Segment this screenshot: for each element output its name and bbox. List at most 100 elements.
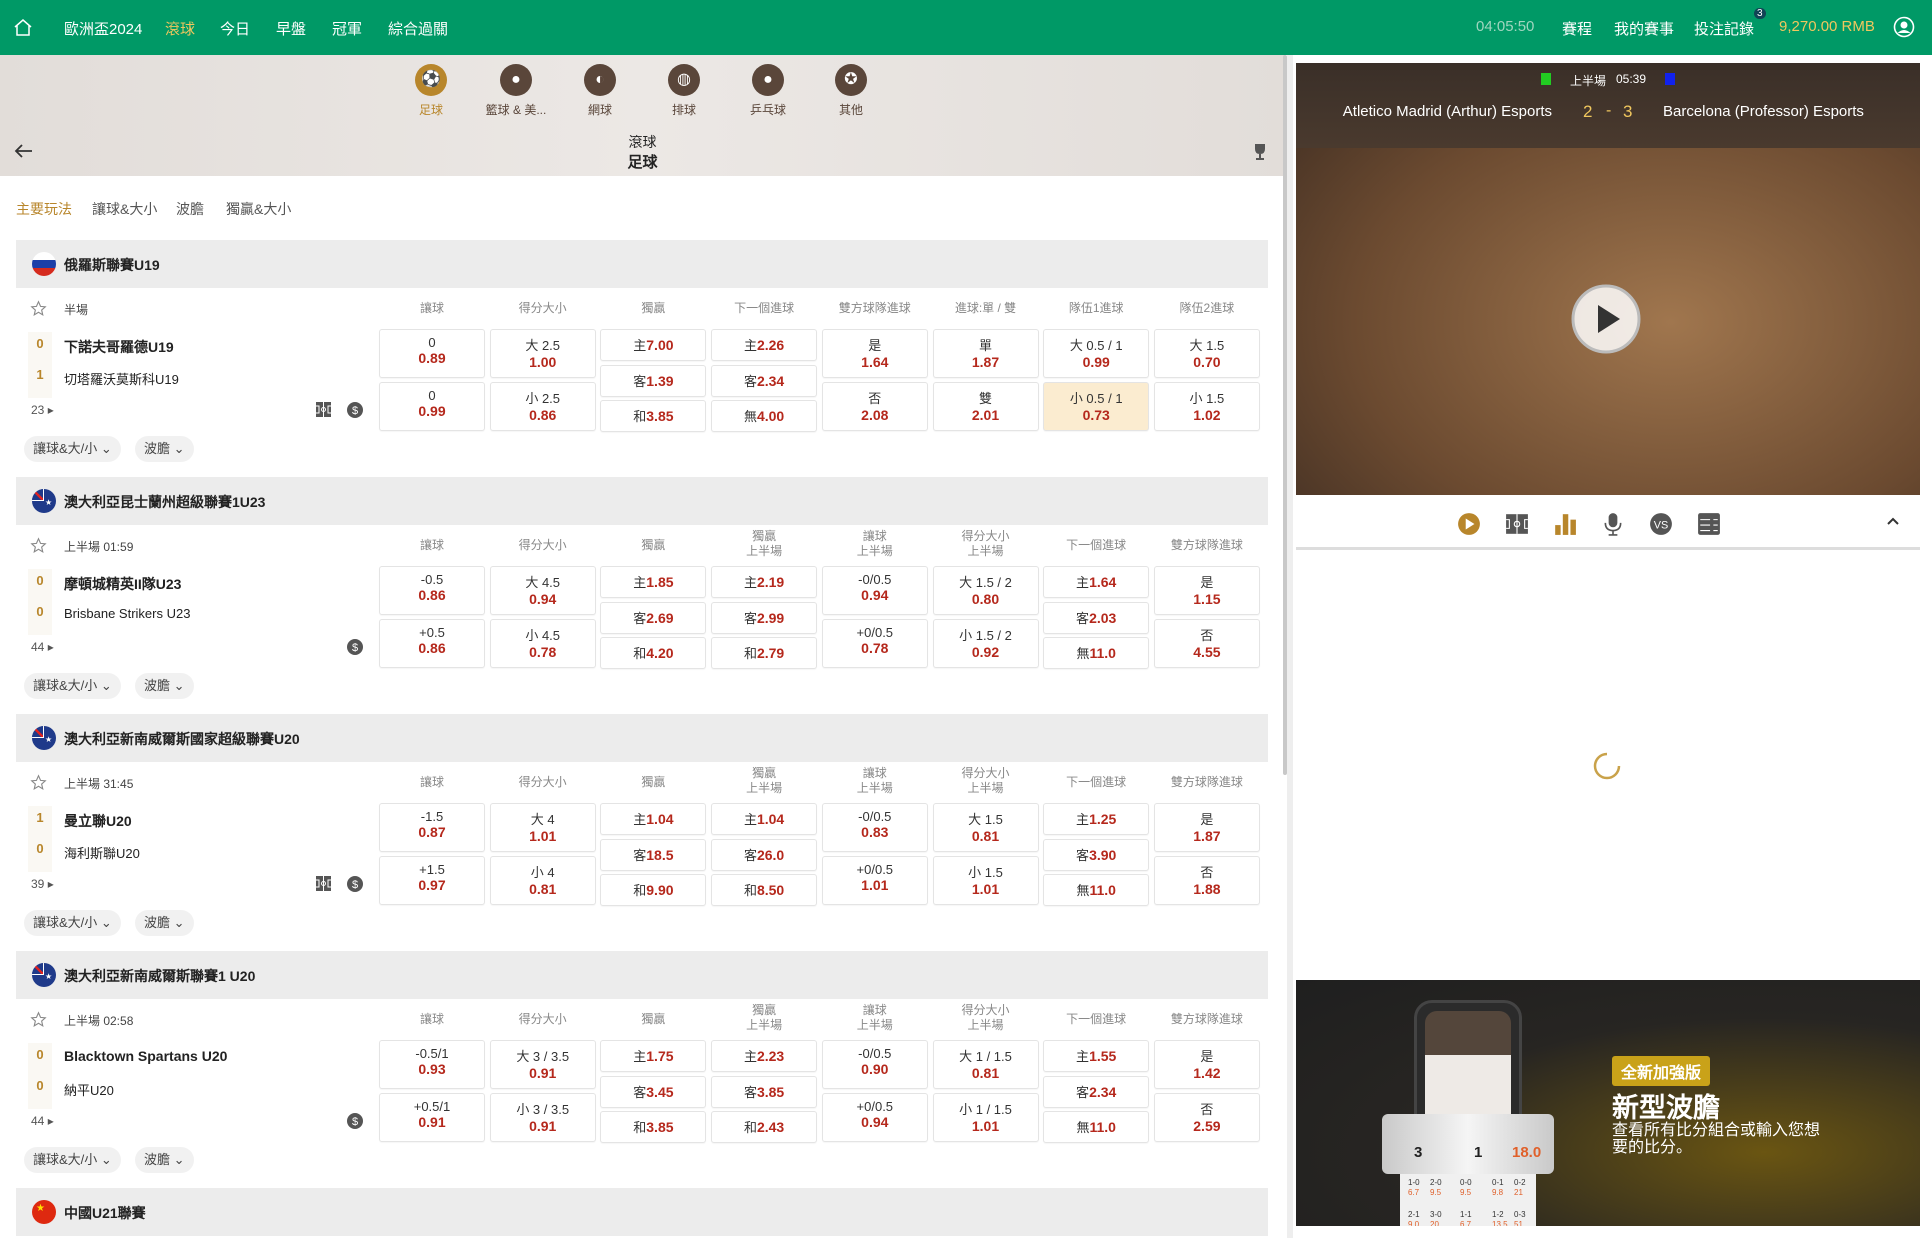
odds-button[interactable]: 否 2.59 xyxy=(1153,1093,1260,1142)
odds-button[interactable]: 主2.23 xyxy=(711,1040,818,1072)
market-dropdown-button[interactable]: 波膽 ⌄ xyxy=(135,910,194,936)
odds-button[interactable]: -0.5/1 0.93 xyxy=(379,1040,485,1089)
promo-banner[interactable]: 3 1 18.0 1-0 6.7 2-0 9.5 0-0 9.5 0-1 9.8 0-2 21 2-… xyxy=(1296,980,1920,1226)
odds-button[interactable]: +0.5 0.86 xyxy=(379,619,485,668)
account-avatar-icon[interactable] xyxy=(1893,16,1915,38)
odds-button[interactable]: 雙 2.01 xyxy=(932,382,1039,431)
sport-tab[interactable]: ◐ 網球 xyxy=(555,64,645,118)
schedule-link[interactable]: 賽程 xyxy=(1562,18,1592,39)
away-team[interactable]: 切塔羅沃莫斯科U19 xyxy=(64,369,179,388)
odds-button[interactable]: 否 1.88 xyxy=(1153,856,1260,905)
odds-button[interactable]: 主1.55 xyxy=(1043,1040,1150,1072)
trophy-icon[interactable] xyxy=(1252,143,1268,161)
odds-button[interactable]: 0 0.89 xyxy=(379,329,485,378)
odds-button[interactable]: 大 2.5 1.00 xyxy=(489,329,596,378)
nav-item[interactable]: 滾球 xyxy=(165,18,195,39)
odds-button[interactable]: 主1.04 xyxy=(711,803,818,835)
market-dropdown-button[interactable]: 波膽 ⌄ xyxy=(135,673,194,699)
odds-button[interactable]: 客3.45 xyxy=(600,1075,707,1108)
away-team[interactable]: 海利斯聯U20 xyxy=(64,843,140,862)
odds-button[interactable]: 客2.69 xyxy=(600,601,707,634)
odds-button[interactable]: 客2.34 xyxy=(711,364,818,397)
odds-button[interactable]: 客3.90 xyxy=(1043,838,1150,871)
odds-button[interactable]: 客26.0 xyxy=(711,838,818,871)
odds-button[interactable]: +0/0.5 1.01 xyxy=(821,856,928,905)
odds-button[interactable]: 無11.0 xyxy=(1043,874,1150,906)
sport-tab[interactable]: ● 籃球 & 美... xyxy=(471,64,561,118)
odds-button[interactable]: 小 4.5 0.78 xyxy=(489,619,596,668)
home-team[interactable]: Blacktown Spartans U20 xyxy=(64,1048,227,1064)
cashout-icon[interactable]: $ xyxy=(347,402,363,418)
play-button-icon[interactable] xyxy=(1570,283,1642,355)
pitch-tracker-icon[interactable] xyxy=(316,876,331,891)
odds-button[interactable]: -1.5 0.87 xyxy=(379,803,485,852)
odds-button[interactable]: 和2.43 xyxy=(711,1111,818,1143)
market-dropdown-button[interactable]: 讓球&大/小 ⌄ xyxy=(24,673,121,699)
odds-button[interactable]: +0.5/1 0.91 xyxy=(379,1093,485,1142)
odds-button[interactable]: 客1.39 xyxy=(600,364,707,397)
nav-item[interactable]: 綜合過關 xyxy=(388,18,448,39)
home-team[interactable]: 摩頓城精英II隊U23 xyxy=(64,574,181,594)
odds-button[interactable]: 主1.64 xyxy=(1043,566,1150,598)
market-dropdown-button[interactable]: 讓球&大/小 ⌄ xyxy=(24,436,121,462)
odds-button[interactable]: 0 0.99 xyxy=(379,382,485,431)
sport-tab[interactable]: ● 乒乓球 xyxy=(723,64,813,118)
odds-button[interactable]: 小 1.5 1.02 xyxy=(1153,382,1260,431)
sport-tab[interactable]: ⚽ 足球 xyxy=(386,64,476,118)
odds-button[interactable]: 客2.99 xyxy=(711,601,818,634)
odds-button[interactable]: 小 2.5 0.86 xyxy=(489,382,596,431)
odds-button[interactable]: 否 4.55 xyxy=(1153,619,1260,668)
odds-button[interactable]: 主2.19 xyxy=(711,566,818,598)
odds-button[interactable]: 和2.79 xyxy=(711,637,818,669)
more-markets-link[interactable]: 44 ▸ xyxy=(31,640,54,654)
odds-button[interactable]: 主7.00 xyxy=(600,329,707,361)
odds-button[interactable]: 大 1 / 1.5 0.81 xyxy=(932,1040,1039,1089)
odds-button[interactable]: -0/0.5 0.83 xyxy=(821,803,928,852)
sport-tab[interactable]: ◍ 排球 xyxy=(639,64,729,118)
odds-button[interactable]: -0/0.5 0.94 xyxy=(821,566,928,615)
sport-tab[interactable]: ✪ 其他 xyxy=(806,64,896,118)
home-team[interactable]: 曼立聯U20 xyxy=(64,811,132,831)
odds-button[interactable]: 是 1.87 xyxy=(1153,803,1260,852)
favorite-star-icon[interactable] xyxy=(30,774,47,791)
odds-button[interactable]: 小 4 0.81 xyxy=(489,856,596,905)
bet-history-link[interactable]: 投注記錄 xyxy=(1694,18,1754,39)
odds-button[interactable]: 大 0.5 / 1 0.99 xyxy=(1043,329,1150,378)
odds-button[interactable]: 客2.03 xyxy=(1043,601,1150,634)
odds-button[interactable]: 主1.04 xyxy=(600,803,707,835)
odds-button[interactable]: 小 1.5 1.01 xyxy=(932,856,1039,905)
more-markets-link[interactable]: 39 ▸ xyxy=(31,877,54,891)
odds-button[interactable]: 大 4 1.01 xyxy=(489,803,596,852)
cashout-icon[interactable]: $ xyxy=(347,1113,363,1129)
odds-button[interactable]: 和3.85 xyxy=(600,400,707,432)
odds-button[interactable]: 主1.85 xyxy=(600,566,707,598)
collapse-chevron-icon[interactable] xyxy=(1886,516,1900,526)
vs-icon[interactable]: VS xyxy=(1649,512,1673,536)
microphone-icon[interactable] xyxy=(1601,512,1625,536)
odds-button[interactable]: 是 1.64 xyxy=(821,329,928,378)
league-header[interactable]: ★ 澳大利亞昆士蘭州超級聯賽1U23 xyxy=(16,477,1268,525)
odds-button[interactable]: 大 1.5 / 2 0.80 xyxy=(932,566,1039,615)
nav-item[interactable]: 歐洲盃2024 xyxy=(64,18,142,39)
odds-button[interactable]: 客3.85 xyxy=(711,1075,818,1108)
odds-button[interactable]: 和8.50 xyxy=(711,874,818,906)
odds-button[interactable]: +0/0.5 0.78 xyxy=(821,619,928,668)
odds-button[interactable]: 和9.90 xyxy=(600,874,707,906)
cashout-icon[interactable]: $ xyxy=(347,876,363,892)
more-markets-link[interactable]: 23 ▸ xyxy=(31,403,54,417)
odds-button[interactable]: 大 4.5 0.94 xyxy=(489,566,596,615)
favorite-star-icon[interactable] xyxy=(30,300,47,317)
odds-button[interactable]: 小 1.5 / 2 0.92 xyxy=(932,619,1039,668)
pitch-tracker-icon[interactable] xyxy=(316,402,331,417)
market-tab[interactable]: 主要玩法 xyxy=(16,199,72,219)
odds-button[interactable]: +0/0.5 0.94 xyxy=(821,1093,928,1142)
back-arrow-icon[interactable] xyxy=(14,143,34,159)
league-header[interactable]: ★ 澳大利亞新南威爾斯國家超級聯賽U20 xyxy=(16,714,1268,762)
home-team[interactable]: 下諾夫哥羅德U19 xyxy=(64,337,174,357)
odds-button[interactable]: 小 1 / 1.5 1.01 xyxy=(932,1093,1039,1142)
play-icon[interactable] xyxy=(1457,512,1481,536)
league-header[interactable]: ★ 澳大利亞新南威爾斯聯賽1 U20 xyxy=(16,951,1268,999)
odds-button[interactable]: 主1.25 xyxy=(1043,803,1150,835)
odds-button[interactable]: 大 1.5 0.81 xyxy=(932,803,1039,852)
odds-button[interactable]: 單 1.87 xyxy=(932,329,1039,378)
